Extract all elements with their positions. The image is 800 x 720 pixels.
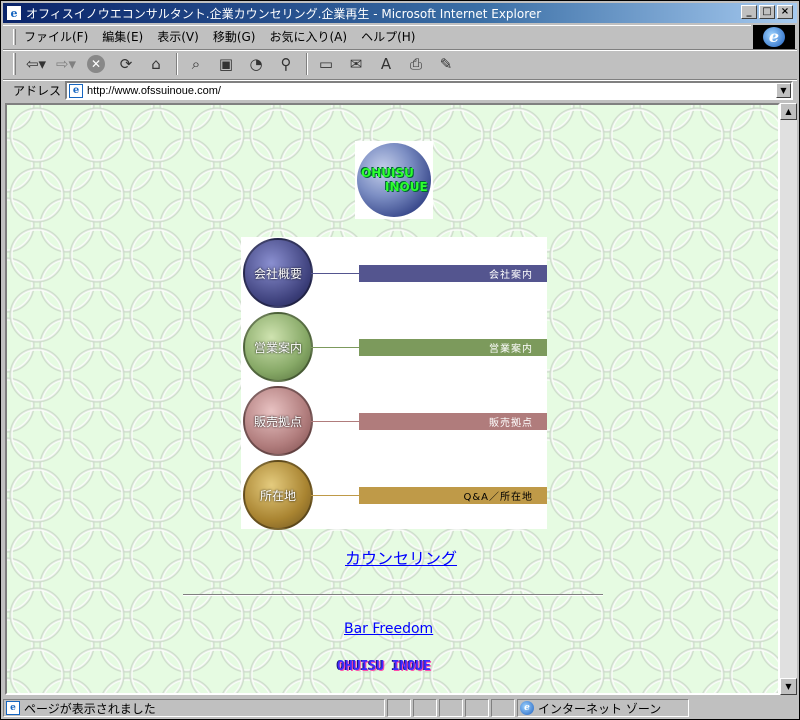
- stop-icon[interactable]: ✕: [84, 53, 108, 75]
- nav-bar-label: Q&A／所在地: [463, 492, 533, 503]
- site-logo[interactable]: OHUISU INOUE: [355, 141, 433, 219]
- toolbar-separator: [176, 52, 178, 75]
- address-input[interactable]: e http://www.ofssuinoue.com/ ▼: [65, 81, 793, 100]
- zone-text: インターネット ゾーン: [538, 701, 662, 716]
- ie-page-icon: e: [6, 5, 22, 21]
- nav-circle-location[interactable]: 所在地: [243, 460, 313, 530]
- nav-row-location[interactable]: 所在地 Q&A／所在地: [241, 459, 547, 531]
- nav-bar-sales[interactable]: 販売拠点: [359, 413, 547, 430]
- nav-circle-sales[interactable]: 販売拠点: [243, 386, 313, 456]
- nav-row-business[interactable]: 営業案内 営業案内: [241, 311, 547, 383]
- address-bar: アドレス e http://www.ofssuinoue.com/ ▼: [3, 79, 797, 101]
- nav-connector: [311, 495, 359, 496]
- nav-row-sales[interactable]: 販売拠点 販売拠点: [241, 385, 547, 457]
- nav-bar-business[interactable]: 営業案内: [359, 339, 547, 356]
- window-title: オフィスイノウエコンサルタント.企業カウンセリング.企業再生 - Microso…: [26, 6, 542, 21]
- toolbar-separator: [306, 52, 308, 75]
- address-label: アドレス: [13, 84, 62, 98]
- menu-view[interactable]: 表示(V): [157, 28, 199, 45]
- nav-connector: [311, 347, 359, 348]
- ie-throbber: e: [753, 25, 795, 49]
- nav-circle-label: 営業案内: [253, 340, 302, 355]
- bar-freedom-link[interactable]: Bar Freedom: [344, 621, 433, 637]
- menu-grip[interactable]: [13, 28, 16, 45]
- font-icon[interactable]: A: [374, 53, 398, 75]
- nav-bar-label: 営業案内: [489, 344, 533, 355]
- fullscreen-icon[interactable]: ▭: [314, 53, 338, 75]
- home-icon[interactable]: ⌂: [144, 53, 168, 75]
- status-pane: [387, 699, 411, 717]
- menu-go[interactable]: 移動(G): [213, 28, 256, 45]
- page-done-icon: e: [6, 701, 20, 715]
- nav-circle-company[interactable]: 会社概要: [243, 238, 313, 308]
- counseling-link[interactable]: カウンセリング: [345, 545, 457, 569]
- history-icon[interactable]: ◔: [244, 53, 268, 75]
- logo-text-line1: OHUISU: [361, 166, 414, 180]
- horizontal-rule: [183, 594, 603, 596]
- ie-logo-icon: e: [763, 27, 785, 47]
- status-pane: [439, 699, 463, 717]
- nav-row-company[interactable]: 会社概要 会社案内: [241, 237, 547, 309]
- page-icon: e: [69, 83, 84, 98]
- nav-circle-business[interactable]: 営業案内: [243, 312, 313, 382]
- scroll-up-icon[interactable]: ▲: [780, 103, 797, 120]
- address-url[interactable]: http://www.ofssuinoue.com/: [87, 85, 221, 97]
- nav-bar-label: 販売拠点: [489, 418, 533, 429]
- address-dropdown-icon[interactable]: ▼: [776, 83, 791, 98]
- status-text: ページが表示されました: [24, 701, 156, 716]
- vertical-scrollbar[interactable]: ▲ ▼: [780, 103, 797, 695]
- nav-connector: [311, 421, 359, 422]
- browser-window: e オフィスイノウエコンサルタント.企業カウンセリング.企業再生 - Micro…: [0, 0, 800, 720]
- mail-icon[interactable]: ✉: [344, 53, 368, 75]
- nav-circle-label: 販売拠点: [253, 414, 302, 429]
- menu-edit[interactable]: 編集(E): [102, 28, 143, 45]
- nav-connector: [311, 273, 359, 274]
- nav-panel: 会社概要 会社案内 営業案内 営業案内 販売拠点 販売拠点 所在地 Q&A／所在…: [241, 237, 547, 531]
- channels-icon[interactable]: ⚲: [274, 53, 298, 75]
- status-pane: [413, 699, 437, 717]
- minimize-button[interactable]: _: [741, 5, 757, 19]
- nav-circle-label: 所在地: [259, 488, 296, 503]
- globe-logo-icon: OHUISU INOUE: [357, 143, 431, 217]
- footer-logo[interactable]: OHUISU INOUE: [337, 659, 431, 674]
- standard-toolbar: ⇦▾ ⇨▾ ✕ ⟳ ⌂ ⌕ ▣ ◔ ⚲ ▭ ✉ A ⎙ ✎: [3, 49, 797, 77]
- forward-icon[interactable]: ⇨▾: [54, 53, 78, 75]
- menu-help[interactable]: ヘルプ(H): [361, 28, 415, 45]
- menu-favorites[interactable]: お気に入り(A): [269, 28, 347, 45]
- nav-bar-location[interactable]: Q&A／所在地: [359, 487, 547, 504]
- print-icon[interactable]: ⎙: [404, 53, 428, 75]
- status-pane-main: e ページが表示されました: [3, 699, 385, 717]
- logo-text-line2: INOUE: [385, 180, 428, 194]
- nav-bar-company[interactable]: 会社案内: [359, 265, 547, 282]
- toolbar-grip[interactable]: [13, 52, 16, 75]
- title-bar: e オフィスイノウエコンサルタント.企業カウンセリング.企業再生 - Micro…: [3, 3, 797, 23]
- status-pane: [491, 699, 515, 717]
- window-controls: _ □ ×: [741, 5, 793, 19]
- status-pane-zone: e インターネット ゾーン: [517, 699, 689, 717]
- back-icon[interactable]: ⇦▾: [24, 53, 48, 75]
- status-bar: e ページが表示されました e インターネット ゾーン: [3, 697, 797, 719]
- nav-circle-label: 会社概要: [253, 266, 302, 281]
- menu-bar: ファイル(F) 編集(E) 表示(V) 移動(G) お気に入り(A) ヘルプ(H…: [3, 25, 751, 47]
- edit-icon[interactable]: ✎: [434, 53, 458, 75]
- search-icon[interactable]: ⌕: [184, 53, 208, 75]
- nav-bar-label: 会社案内: [489, 270, 533, 281]
- status-pane: [465, 699, 489, 717]
- favorites-icon[interactable]: ▣: [214, 53, 238, 75]
- scroll-down-icon[interactable]: ▼: [780, 678, 797, 695]
- menu-file[interactable]: ファイル(F): [24, 28, 88, 45]
- page-content: OHUISU INOUE 会社概要 会社案内 営業案内 営業案内 販売拠点 販売…: [5, 103, 780, 695]
- refresh-icon[interactable]: ⟳: [114, 53, 138, 75]
- internet-zone-icon: e: [520, 701, 534, 715]
- maximize-button[interactable]: □: [759, 5, 775, 19]
- close-button[interactable]: ×: [777, 5, 793, 19]
